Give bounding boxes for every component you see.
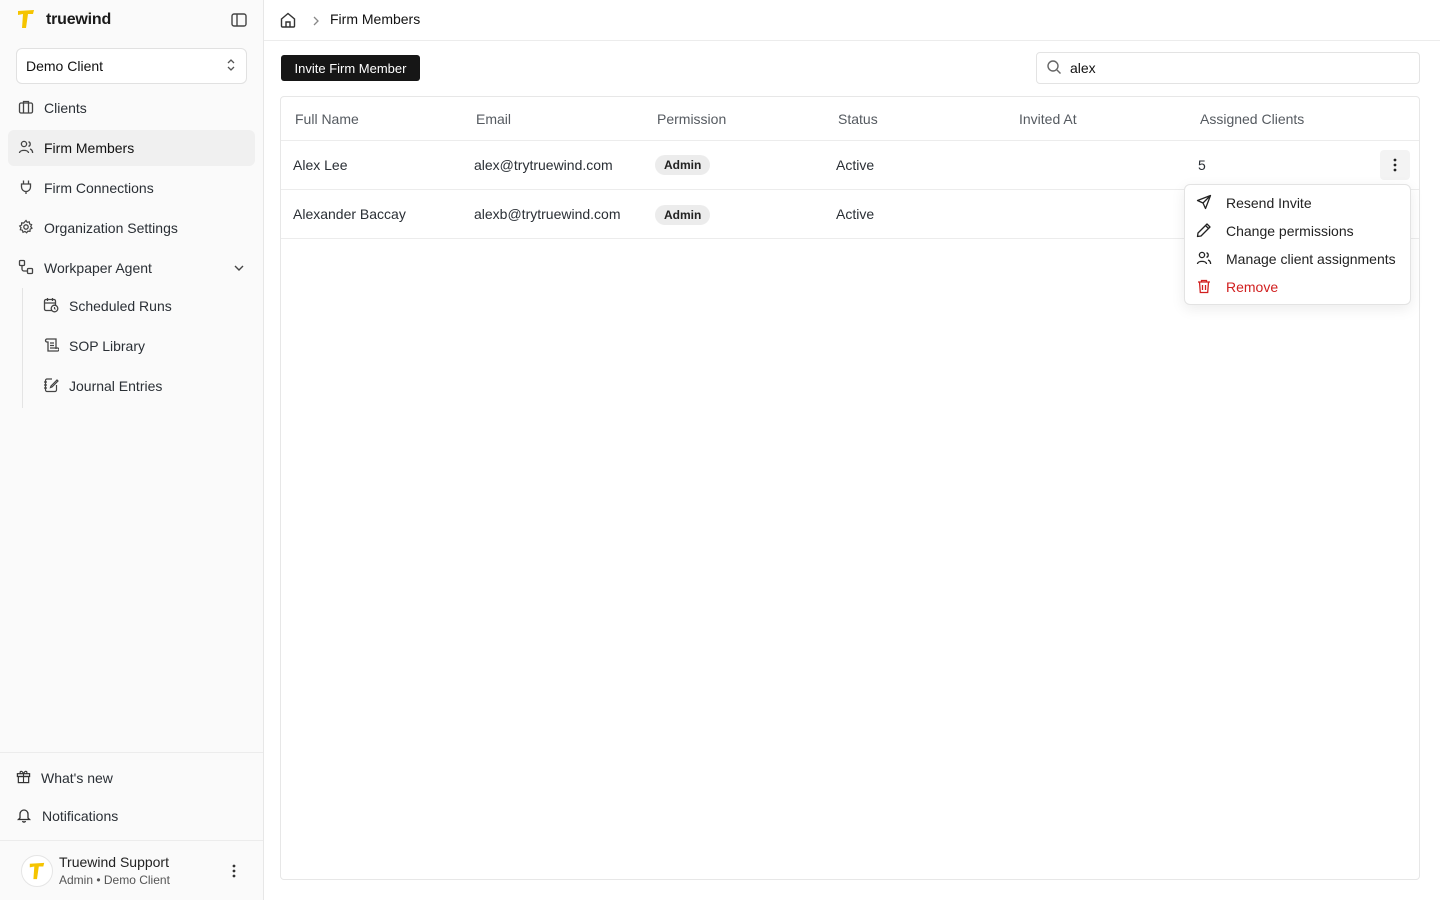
briefcase-icon	[18, 99, 34, 118]
row-actions-icon[interactable]	[1380, 150, 1410, 180]
whats-new-label: What's new	[41, 770, 113, 786]
menu-item-label: Change permissions	[1226, 223, 1354, 239]
client-selector-value: Demo Client	[26, 58, 104, 74]
send-icon	[1196, 194, 1212, 213]
notifications-link[interactable]: Notifications	[16, 804, 118, 828]
sidebar-item-label: Firm Members	[44, 140, 135, 156]
sidebar-item-label: Scheduled Runs	[69, 298, 172, 314]
sidebar-item-sop-library[interactable]: SOP Library	[33, 328, 255, 364]
cell-status: Active	[836, 157, 875, 173]
sidebar-item-scheduled-runs[interactable]: Scheduled Runs	[33, 288, 255, 324]
avatar	[21, 855, 53, 887]
gift-icon	[16, 769, 31, 787]
page-title: Firm Members	[330, 11, 421, 27]
menu-item-change-permissions[interactable]: Change permissions	[1185, 219, 1410, 243]
sidebar-item-firm-members[interactable]: Firm Members	[8, 130, 255, 166]
sidebar-nav: Clients Firm Members Firm Connections Or…	[8, 90, 255, 290]
column-header-status[interactable]: Status	[838, 111, 878, 127]
more-vertical-icon[interactable]	[226, 861, 242, 881]
sidebar-item-organization-settings[interactable]: Organization Settings	[8, 210, 255, 246]
cell-full-name: Alexander Baccay	[293, 206, 406, 222]
table-header: Full Name Email Permission Status Invite…	[281, 97, 1419, 141]
sidebar-item-label: Workpaper Agent	[44, 260, 152, 276]
notebook-pen-icon	[43, 377, 59, 396]
cell-status: Active	[836, 206, 875, 222]
brand-name: truewind	[46, 11, 112, 28]
table-row[interactable]: Alex Lee alex@trytruewind.com Admin Acti…	[281, 141, 1419, 190]
column-header-full-name[interactable]: Full Name	[295, 111, 359, 127]
sidebar-toggle-icon[interactable]	[228, 10, 250, 30]
workpaper-agent-subnav: Scheduled Runs SOP Library Journal Entri…	[22, 288, 255, 408]
sidebar-item-label: Journal Entries	[69, 378, 163, 394]
menu-item-label: Resend Invite	[1226, 195, 1312, 211]
breadcrumb: Firm Members	[264, 0, 1440, 41]
gear-icon	[18, 219, 34, 238]
chevrons-up-down-icon	[226, 58, 236, 75]
trash-icon	[1196, 278, 1212, 297]
user-account[interactable]: Truewind Support Admin • Demo Client	[0, 840, 263, 900]
cell-full-name: Alex Lee	[293, 157, 348, 173]
pencil-icon	[1196, 222, 1212, 241]
row-actions-menu: Resend Invite Change permissions Manage …	[1184, 184, 1411, 305]
brand[interactable]: truewind	[16, 8, 111, 32]
calendar-clock-icon	[43, 297, 59, 316]
users-icon	[18, 139, 34, 158]
invite-firm-member-button[interactable]: Invite Firm Member	[281, 55, 420, 81]
search-icon	[1046, 59, 1062, 78]
cell-assigned-clients: 5	[1198, 157, 1206, 173]
sidebar-item-journal-entries[interactable]: Journal Entries	[33, 368, 255, 404]
sidebar-item-label: SOP Library	[69, 338, 145, 354]
user-name: Truewind Support	[59, 854, 169, 870]
chevron-right-icon	[312, 14, 322, 26]
menu-item-manage-client-assignments[interactable]: Manage client assignments	[1185, 247, 1410, 271]
sidebar-item-label: Organization Settings	[44, 220, 178, 236]
cell-email: alex@trytruewind.com	[474, 157, 613, 173]
column-header-permission[interactable]: Permission	[657, 111, 726, 127]
truewind-logo-icon	[16, 8, 36, 33]
sidebar-item-label: Firm Connections	[44, 180, 154, 196]
bell-icon	[16, 807, 32, 826]
client-selector[interactable]: Demo Client	[16, 48, 247, 84]
plug-icon	[18, 179, 34, 198]
search-box	[1036, 52, 1420, 84]
column-header-email[interactable]: Email	[476, 111, 511, 127]
whats-new-link[interactable]: What's new	[16, 766, 113, 790]
user-role: Admin • Demo Client	[59, 873, 170, 887]
home-icon[interactable]	[279, 11, 297, 29]
menu-item-resend-invite[interactable]: Resend Invite	[1185, 191, 1410, 215]
notifications-label: Notifications	[42, 808, 119, 824]
column-header-invited-at[interactable]: Invited At	[1019, 111, 1077, 127]
workflow-icon	[18, 259, 34, 278]
menu-item-label: Manage client assignments	[1226, 251, 1396, 267]
column-header-assigned-clients[interactable]: Assigned Clients	[1200, 111, 1304, 127]
permission-badge: Admin	[655, 205, 711, 225]
menu-item-label: Remove	[1226, 279, 1279, 295]
search-input[interactable]	[1070, 60, 1400, 76]
menu-item-remove[interactable]: Remove	[1185, 275, 1410, 299]
cell-email: alexb@trytruewind.com	[474, 206, 621, 222]
sidebar-item-clients[interactable]: Clients	[8, 90, 255, 126]
sidebar-item-label: Clients	[44, 100, 87, 116]
sidebar-item-workpaper-agent[interactable]: Workpaper Agent	[8, 250, 255, 286]
sidebar-footer: What's new Notifications	[0, 752, 263, 824]
users-icon	[1196, 250, 1212, 269]
scroll-icon	[43, 337, 60, 356]
sidebar: truewind Demo Client Clients Firm Member…	[0, 0, 264, 900]
sidebar-item-firm-connections[interactable]: Firm Connections	[8, 170, 255, 206]
permission-badge: Admin	[655, 155, 711, 175]
chevron-down-icon[interactable]	[233, 262, 245, 274]
